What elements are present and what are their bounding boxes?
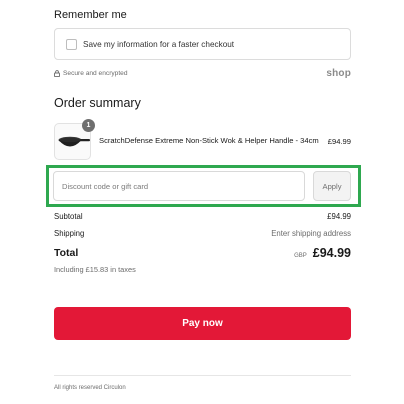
- footer-divider: [54, 375, 351, 376]
- shipping-row: Shipping Enter shipping address: [54, 229, 351, 238]
- product-thumbnail: 1: [54, 118, 95, 160]
- remember-me-checkbox[interactable]: [66, 38, 77, 50]
- product-name: ScratchDefense Extreme Non-Stick Wok & H…: [99, 136, 319, 146]
- remember-me-heading: Remember me: [54, 9, 127, 21]
- shop-logo: shop: [326, 67, 351, 79]
- total-label: Total: [54, 247, 79, 259]
- lock-icon: [54, 69, 60, 77]
- wok-image-icon: [58, 136, 90, 146]
- remember-me-label: Save my information for a faster checkou…: [83, 39, 235, 49]
- subtotal-value: £94.99: [327, 212, 351, 221]
- subtotal-row: Subtotal £94.99: [54, 212, 351, 221]
- product-price: £94.99: [327, 136, 351, 146]
- product-line-item: 1 ScratchDefense Extreme Non-Stick Wok &…: [54, 118, 351, 161]
- total-row: Total GBP £94.99: [54, 246, 351, 260]
- remember-me-option[interactable]: Save my information for a faster checkou…: [54, 28, 351, 60]
- order-summary-heading: Order summary: [54, 96, 141, 110]
- secure-encrypted-text: Secure and encrypted: [63, 69, 128, 77]
- discount-code-input[interactable]: [53, 171, 305, 201]
- shipping-label: Shipping: [54, 229, 85, 238]
- subtotal-label: Subtotal: [54, 212, 83, 221]
- pay-now-button[interactable]: Pay now: [54, 307, 351, 340]
- apply-discount-button[interactable]: Apply: [313, 171, 351, 201]
- total-currency: GBP: [294, 253, 307, 259]
- quantity-badge: 1: [82, 118, 95, 132]
- tax-note: Including £15.83 in taxes: [54, 265, 136, 274]
- security-row: Secure and encrypted shop: [54, 67, 351, 79]
- footer-text: All rights reserved Circulon: [54, 385, 126, 391]
- shipping-value: Enter shipping address: [271, 229, 351, 238]
- total-amount: £94.99: [312, 246, 351, 260]
